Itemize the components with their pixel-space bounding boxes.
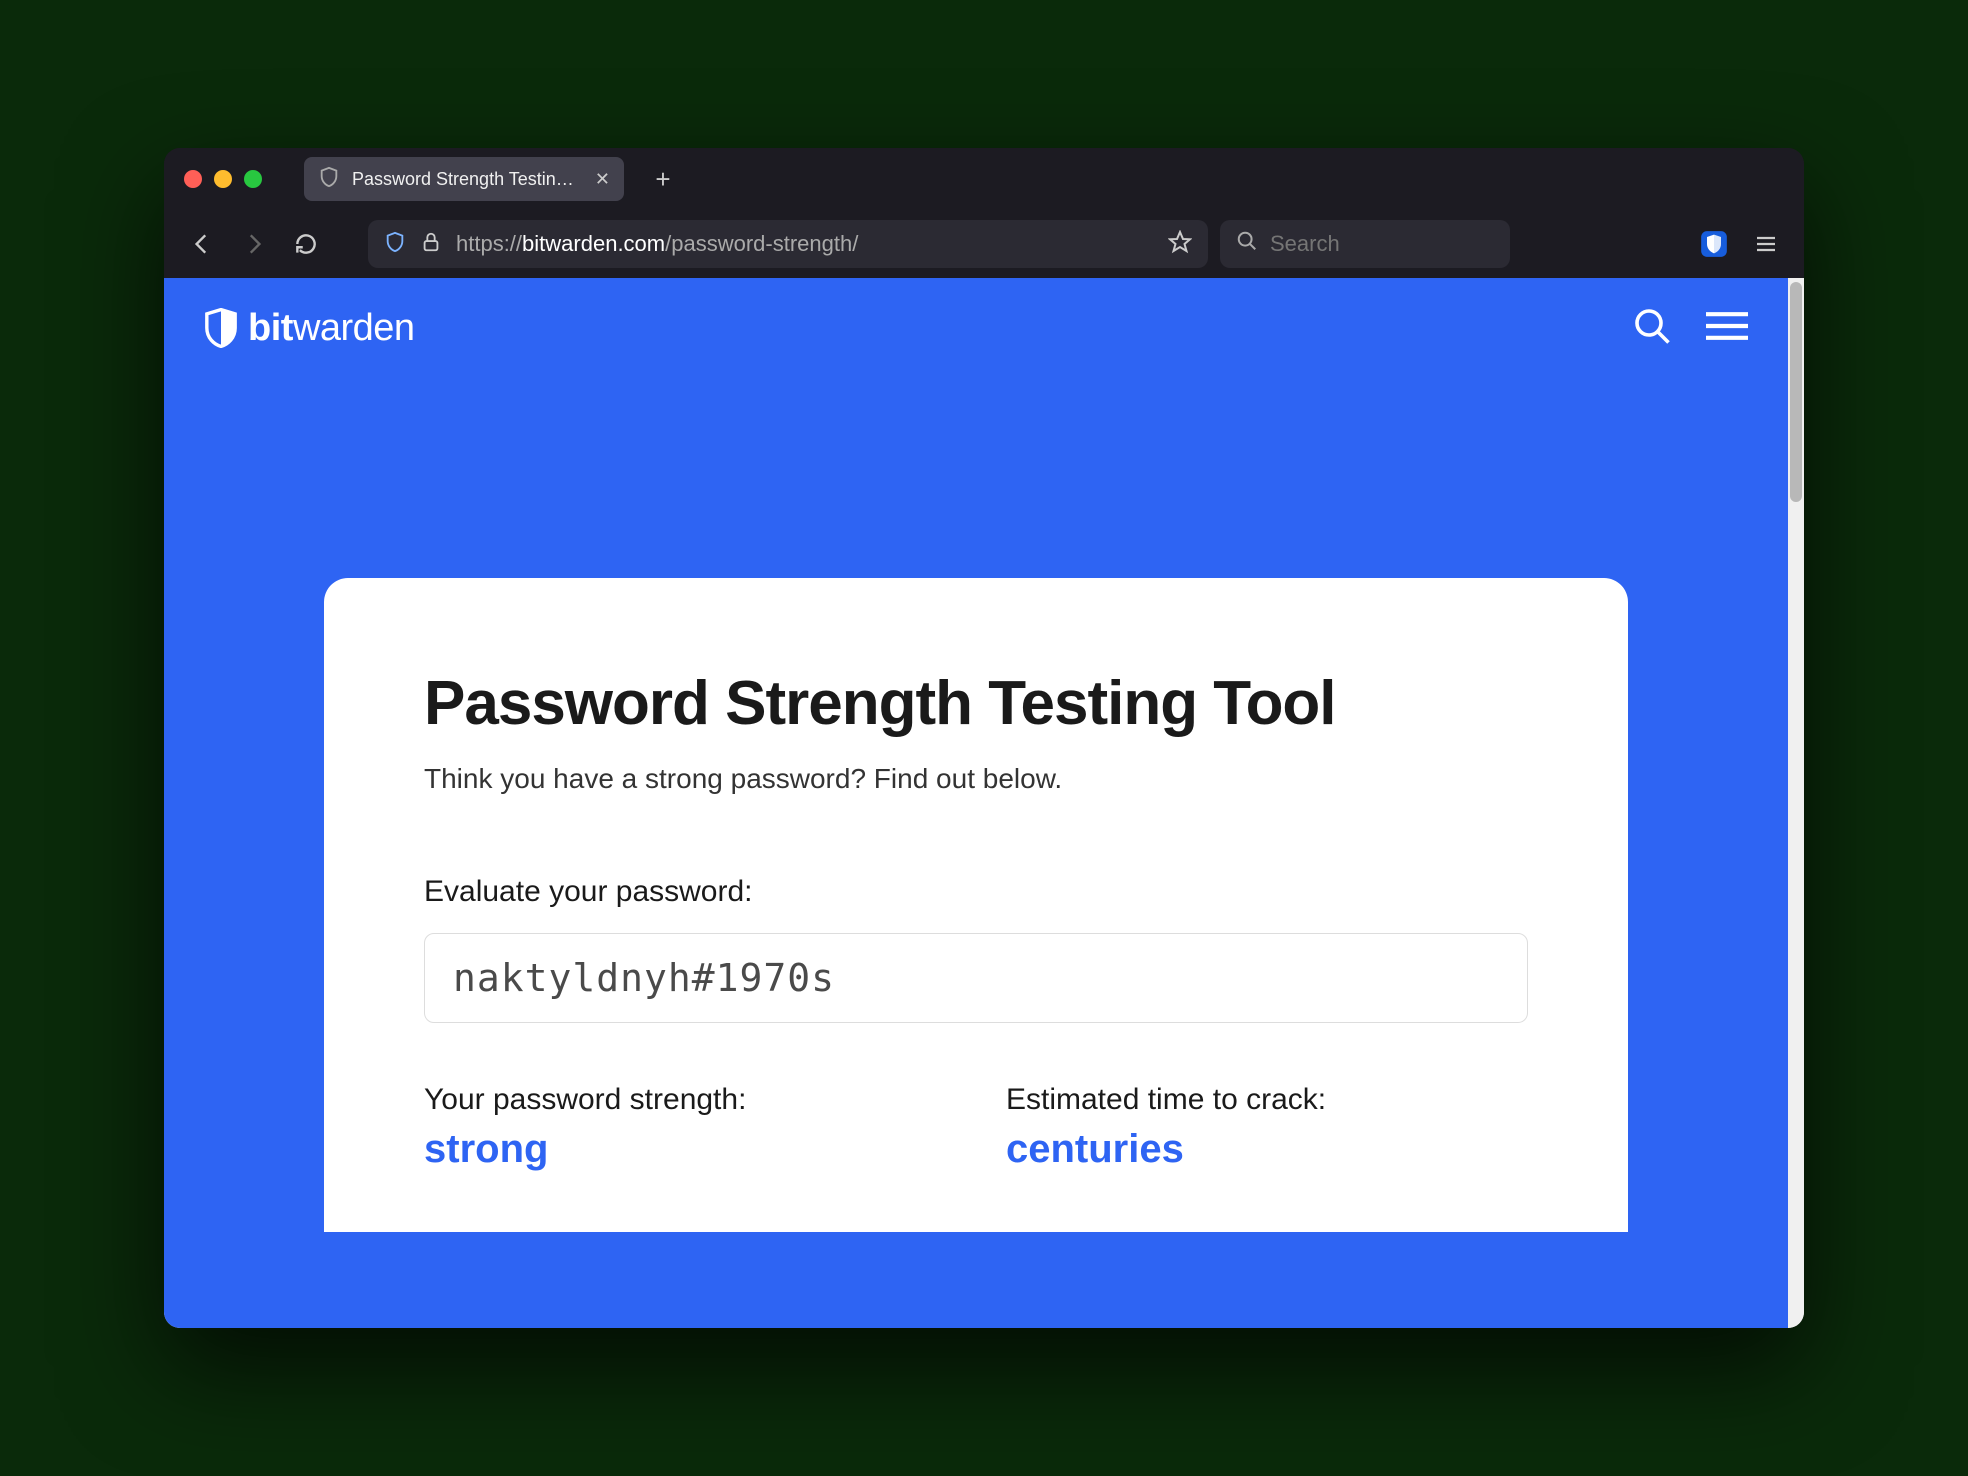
search-input[interactable] [1270,231,1494,257]
site-menu-icon[interactable] [1706,310,1748,347]
scrollbar-thumb[interactable] [1790,282,1802,502]
header-actions [1634,308,1748,349]
password-input[interactable] [424,933,1528,1023]
window-close-button[interactable] [184,170,202,188]
bitwarden-extension-icon[interactable] [1694,224,1734,264]
scrollbar[interactable] [1788,278,1804,1328]
page-content: bitwarden Password Strength Testing Tool… [164,278,1788,1328]
search-icon [1236,230,1258,258]
browser-tab[interactable]: Password Strength Testing Tool ✕ [304,157,624,201]
shield-outline-icon [384,231,406,258]
site-header: bitwarden [164,278,1788,378]
crack-column: Estimated time to crack: centuries [1006,1083,1528,1172]
strength-label: Your password strength: [424,1083,946,1117]
url-text: https://bitwarden.com/password-strength/ [456,231,1154,257]
titlebar: Password Strength Testing Tool ✕ + [164,148,1804,210]
browser-window: Password Strength Testing Tool ✕ + https… [164,148,1804,1328]
brand-text: bitwarden [248,307,415,350]
crack-label: Estimated time to crack: [1006,1083,1528,1117]
reload-button[interactable] [286,224,326,264]
toolbar: https://bitwarden.com/password-strength/ [164,210,1804,278]
url-path: /password-strength/ [665,231,858,256]
browser-menu-icon[interactable] [1746,224,1786,264]
url-domain: bitwarden.com [522,231,665,256]
brand-logo[interactable]: bitwarden [204,307,415,350]
viewport: bitwarden Password Strength Testing Tool… [164,278,1804,1328]
traffic-lights [184,170,262,188]
main-card: Password Strength Testing Tool Think you… [324,578,1628,1232]
strength-value: strong [424,1127,946,1172]
tab-title: Password Strength Testing Tool [352,169,583,190]
search-bar[interactable] [1220,220,1510,268]
url-protocol: https:// [456,231,522,256]
crack-value: centuries [1006,1127,1528,1172]
site-search-icon[interactable] [1634,308,1670,349]
lock-icon [420,231,442,258]
shield-logo-icon [204,308,238,348]
url-bar[interactable]: https://bitwarden.com/password-strength/ [368,220,1208,268]
evaluate-label: Evaluate your password: [424,875,1528,909]
forward-button[interactable] [234,224,274,264]
back-button[interactable] [182,224,222,264]
page-subtitle: Think you have a strong password? Find o… [424,763,1528,795]
page-title: Password Strength Testing Tool [424,668,1528,739]
strength-column: Your password strength: strong [424,1083,946,1172]
tab-close-icon[interactable]: ✕ [595,169,610,190]
shield-icon [318,166,340,193]
results-row: Your password strength: strong Estimated… [424,1083,1528,1172]
window-maximize-button[interactable] [244,170,262,188]
bookmark-star-icon[interactable] [1168,230,1192,259]
new-tab-button[interactable]: + [644,160,682,198]
window-minimize-button[interactable] [214,170,232,188]
